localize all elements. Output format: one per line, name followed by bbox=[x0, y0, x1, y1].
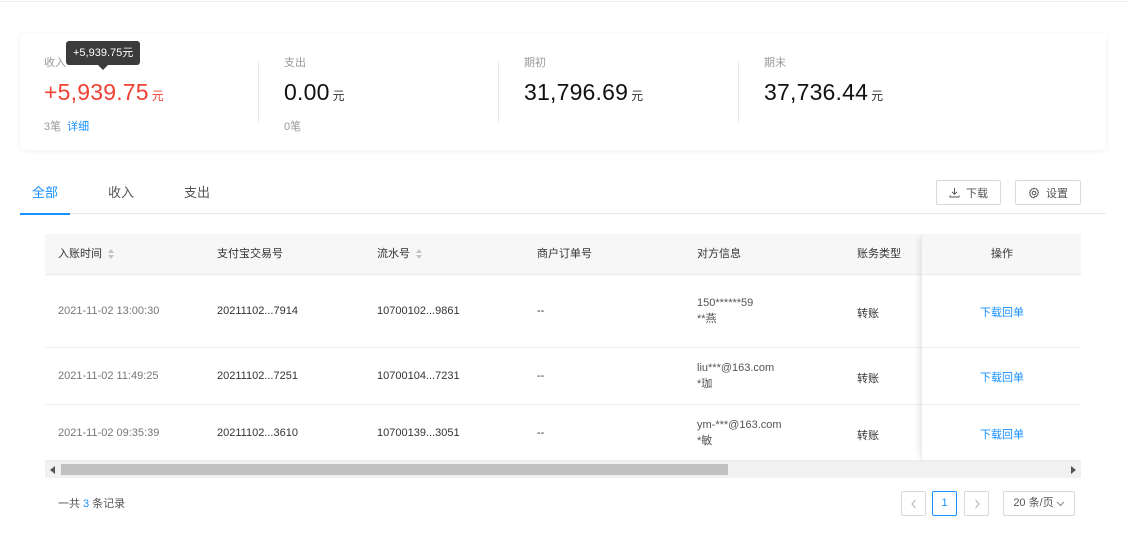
row-divider bbox=[922, 404, 1081, 405]
col-serial-no[interactable]: 流水号 bbox=[377, 234, 423, 275]
page-size-select[interactable]: 20 条/页 bbox=[1003, 491, 1075, 516]
expense-value: 0.00 元 bbox=[284, 79, 345, 105]
closing-stat: 期末 37,736.44 元 bbox=[764, 34, 974, 150]
sort-icon[interactable] bbox=[416, 249, 423, 260]
expense-stat: 支出 0.00 元 0笔 bbox=[284, 34, 494, 150]
cell-time: 2021-11-02 13:00:30 bbox=[58, 305, 160, 317]
settings-button[interactable]: 设置 bbox=[1015, 180, 1081, 205]
cell-serial-no: 10700102...9861 bbox=[377, 305, 460, 317]
cell-time: 2021-11-02 09:35:39 bbox=[58, 427, 160, 439]
next-page-button[interactable] bbox=[964, 491, 989, 516]
chevron-down-icon bbox=[1056, 501, 1065, 506]
cell-trade-no: 20211102...7914 bbox=[217, 305, 298, 317]
stat-divider bbox=[738, 62, 739, 122]
transactions-table: 入账时间 支付宝交易号 流水号 商户订单号 对方信息 账务类型 2021-11-… bbox=[45, 234, 1081, 479]
page-1-button[interactable]: 1 bbox=[932, 491, 957, 516]
sort-icon[interactable] bbox=[108, 249, 115, 260]
download-receipt-link[interactable]: 下载回单 bbox=[922, 426, 1081, 442]
scrollbar-thumb[interactable] bbox=[61, 464, 728, 475]
cell-counterparty: liu***@163.com *珈 bbox=[697, 362, 775, 390]
closing-label: 期末 bbox=[764, 57, 786, 69]
download-button[interactable]: 下载 bbox=[936, 180, 1001, 205]
chevron-left-icon bbox=[910, 499, 916, 509]
cell-trade-no: 20211102...7251 bbox=[217, 370, 298, 382]
top-divider bbox=[0, 0, 1128, 2]
expense-label: 支出 bbox=[284, 57, 306, 69]
chevron-right-icon bbox=[974, 499, 980, 509]
col-action: 操作 bbox=[922, 234, 1081, 275]
total-records: 一共 3 条记录 bbox=[58, 498, 126, 510]
scroll-left-icon[interactable] bbox=[50, 466, 55, 474]
stat-divider bbox=[258, 62, 259, 122]
cell-serial-no: 10700104...7231 bbox=[377, 370, 460, 382]
opening-label: 期初 bbox=[524, 57, 546, 69]
cell-type: 转账 bbox=[857, 308, 879, 320]
col-counterparty: 对方信息 bbox=[697, 248, 741, 260]
income-detail-link[interactable]: 详细 bbox=[67, 121, 89, 133]
opening-stat: 期初 31,796.69 元 bbox=[524, 34, 734, 150]
summary-card: 收入 +5,939.75 元 3笔 详细 支出 0.00 元 0笔 期初 31,796… bbox=[20, 34, 1106, 150]
col-trade-no: 支付宝交易号 bbox=[217, 248, 283, 260]
cell-order-no: -- bbox=[537, 305, 545, 317]
tab-expense[interactable]: 支出 bbox=[178, 172, 216, 214]
cell-type: 转账 bbox=[857, 430, 879, 442]
income-tooltip: +5,939.75元 bbox=[66, 41, 141, 70]
col-type: 账务类型 bbox=[857, 248, 901, 260]
cell-counterparty: ym-***@163.com *敏 bbox=[697, 419, 782, 447]
expense-count: 0笔 bbox=[284, 121, 302, 133]
col-order-no: 商户订单号 bbox=[537, 248, 592, 260]
download-receipt-link[interactable]: 下载回单 bbox=[922, 369, 1081, 385]
download-icon bbox=[949, 188, 960, 198]
income-count: 3笔 详细 bbox=[44, 121, 90, 133]
prev-page-button[interactable] bbox=[901, 491, 926, 516]
fixed-action-column: 操作 下载回单 下载回单 下载回单 bbox=[921, 234, 1081, 460]
row-divider bbox=[922, 347, 1081, 348]
settings-label: 设置 bbox=[1046, 187, 1068, 200]
income-label: 收入 bbox=[44, 57, 66, 69]
page-size-value: 20 条/页 bbox=[1013, 497, 1054, 509]
col-time[interactable]: 入账时间 bbox=[58, 234, 115, 275]
download-receipt-link[interactable]: 下载回单 bbox=[922, 304, 1081, 320]
cell-order-no: -- bbox=[537, 427, 545, 439]
cell-order-no: -- bbox=[537, 370, 545, 382]
horizontal-scrollbar[interactable] bbox=[45, 461, 1081, 478]
tab-income[interactable]: 收入 bbox=[102, 172, 140, 214]
cell-time: 2021-11-02 11:49:25 bbox=[58, 370, 159, 382]
download-label: 下载 bbox=[966, 187, 988, 200]
income-value: +5,939.75 元 bbox=[44, 79, 164, 105]
cell-counterparty: 150******59 **燕 bbox=[697, 297, 754, 325]
cell-serial-no: 10700139...3051 bbox=[377, 427, 460, 439]
cell-type: 转账 bbox=[857, 373, 879, 385]
tab-all[interactable]: 全部 bbox=[20, 172, 70, 215]
gear-icon bbox=[1028, 186, 1040, 199]
closing-value: 37,736.44 元 bbox=[764, 79, 884, 105]
opening-value: 31,796.69 元 bbox=[524, 79, 644, 105]
cell-trade-no: 20211102...3610 bbox=[217, 427, 298, 439]
scroll-right-icon[interactable] bbox=[1071, 466, 1076, 474]
stat-divider bbox=[498, 62, 499, 122]
